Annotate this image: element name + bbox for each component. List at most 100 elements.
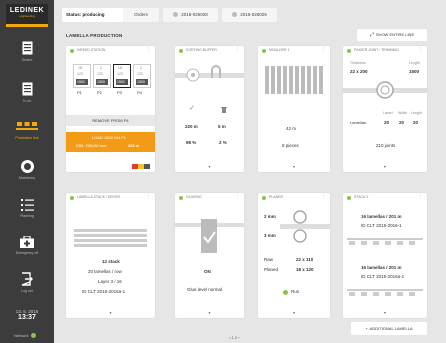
- menu-icon[interactable]: ⋮: [235, 47, 240, 53]
- buffer-diagram-icon: [175, 65, 244, 82]
- orders-icon: [22, 41, 32, 55]
- expand-caret-icon[interactable]: ▾: [258, 164, 330, 169]
- slot-bot: 1500: [117, 80, 125, 84]
- show-entire-line-button[interactable]: ⤢ SHOW ENTIRE LINE: [357, 29, 427, 41]
- length-count-value: 20: [413, 120, 419, 125]
- sidebar-item-label: Machinery: [18, 176, 36, 180]
- status-dot-icon: [262, 49, 266, 53]
- sidebar-item-logout[interactable]: Log out: [0, 272, 54, 293]
- card-header: FINGER JOINT / TRIMMING ⋮: [343, 46, 427, 56]
- planning-icon: [20, 199, 34, 211]
- expand-caret-icon[interactable]: ▾: [66, 310, 155, 315]
- sidebar-item-label: Log out: [21, 289, 33, 293]
- menu-icon[interactable]: ⋮: [146, 47, 151, 53]
- show-entire-label: SHOW ENTIRE LINE: [375, 32, 415, 37]
- finger-joint-card[interactable]: FINGER JOINT / TRIMMING ⋮ Thickness 22 x…: [343, 46, 427, 172]
- stack-card[interactable]: STACK 2 ⋮ 16 lamellas / 201 m ID CLT 201…: [343, 193, 427, 318]
- buffer-left-pct: 98 %: [186, 140, 197, 145]
- raw-label: Raw: [264, 257, 274, 262]
- slot-mid: 123: [137, 72, 143, 76]
- slot-p3[interactable]: 18 123 1500: [113, 64, 131, 88]
- sidebar-item-emergency[interactable]: Emergency off: [0, 236, 54, 255]
- order-dot-icon: [173, 12, 179, 18]
- stack-line-4: ID CLT 2015-2016a-1: [361, 274, 405, 279]
- sidebar-item-orders[interactable]: Orders: [0, 41, 54, 62]
- planer-card[interactable]: PLANER ⋮ 2 mm 3 mm Raw 22 x 110 Planed 1…: [258, 193, 330, 318]
- glueing-card[interactable]: GLUEING ⋮ ON Glue level normal ▾: [175, 193, 244, 318]
- width-caption: Width: [398, 111, 407, 115]
- slot-label-p3: P3: [117, 90, 122, 95]
- width-value: 20: [399, 120, 405, 125]
- lamella-stack-card[interactable]: LAMELLA STACK / DRYER ⋮ 12 stack 20 lame…: [66, 193, 155, 318]
- planer-diagram-icon: [280, 210, 330, 243]
- menu-icon[interactable]: ⋮: [418, 47, 423, 53]
- slot-mid: 123: [77, 72, 83, 76]
- order-dot-icon: [232, 12, 238, 18]
- glue-status: ON: [204, 269, 211, 274]
- slot-p2[interactable]: 2 123 1500: [93, 64, 111, 88]
- slot-bot: 1500: [137, 80, 145, 84]
- menu-icon[interactable]: ⋮: [321, 47, 326, 53]
- sidebar: LEDINEK engineering Orders To do Product…: [0, 0, 54, 343]
- card-header: MOULDER 1 ⋮: [258, 46, 330, 56]
- length-label: Length: [409, 61, 420, 65]
- status-dot-icon: [347, 49, 351, 53]
- pager[interactable]: ‹ 1 2 ›: [229, 335, 239, 340]
- infeed-station-card[interactable]: INFEED STATION ⋮ 18 123 1500 2 123 1500 …: [66, 46, 155, 172]
- slot-mid: 123: [117, 72, 123, 76]
- sidebar-item-todo[interactable]: To do: [0, 82, 54, 103]
- slot-label-p4: P4: [137, 90, 142, 95]
- menu-icon[interactable]: ⋮: [146, 194, 151, 200]
- menu-icon[interactable]: ⋮: [235, 194, 240, 200]
- planed-value: 18 x 120: [296, 267, 314, 272]
- menu-icon[interactable]: ⋮: [321, 194, 326, 200]
- lamellas-per-row: 20 lamellas / row: [88, 269, 122, 274]
- tab-order-label: 2015-026028: [181, 12, 208, 17]
- slot-top: 18: [78, 66, 82, 70]
- logo-sub: engineering: [19, 14, 35, 18]
- moulder-card[interactable]: MOULDER 1 ⋮ 42 m 8 pieces ▾: [258, 46, 330, 172]
- expand-caret-icon[interactable]: ▾: [175, 164, 244, 169]
- tab-status[interactable]: Status: producing: [62, 8, 124, 22]
- slot-p4[interactable]: 2 123 1500: [133, 64, 151, 88]
- planer-bottom-value: 3 mm: [264, 233, 276, 238]
- moulder-pieces: 8 pieces: [282, 143, 299, 148]
- clock: 13. 5. 2016 13:37: [5, 309, 49, 321]
- sorting-buffer-card[interactable]: SORTING BUFFER ⋮ ✓ 220 m 5 m 98 % 2 % ▾: [175, 46, 244, 172]
- expand-caret-icon[interactable]: ▾: [343, 164, 427, 169]
- moulder-diagram-icon: [265, 66, 323, 94]
- slot-top: 18: [118, 66, 122, 70]
- run-dot-icon: [283, 290, 288, 295]
- sidebar-item-label: To do: [22, 99, 32, 103]
- production-line-icon: [16, 122, 38, 130]
- tab-order-1[interactable]: 2015-026028: [163, 8, 218, 22]
- raw-value: 22 x 110: [296, 257, 314, 262]
- buffer-right-value: 5 m: [218, 124, 226, 129]
- status-dot-icon: [70, 196, 74, 200]
- thickness-value: 22 x 200: [350, 69, 368, 74]
- tab-order-2[interactable]: 2015-026029: [222, 8, 277, 22]
- tab-orders[interactable]: Orders: [123, 8, 159, 22]
- sidebar-item-machinery[interactable]: Machinery: [0, 160, 54, 180]
- menu-icon[interactable]: ⋮: [418, 194, 423, 200]
- card-title: GLUEING: [186, 195, 202, 199]
- expand-caret-icon[interactable]: ▾: [258, 310, 330, 315]
- expand-caret-icon[interactable]: ▾: [343, 310, 427, 315]
- thickness-label: Thickness: [350, 61, 366, 65]
- stack-line-2: ID CLT 2015-2016-1: [361, 223, 402, 228]
- load-panel[interactable]: LOAD 1500 ON P1 DIM: 200x30 mm 220 m: [66, 132, 155, 152]
- additional-lamella-button[interactable]: + ADDITIONAL LAMELLA: [351, 322, 427, 335]
- remove-button[interactable]: REMOVE FROM P4: [66, 115, 155, 126]
- sidebar-item-label: Emergency off: [15, 251, 39, 255]
- buffer-right-pct: 2 %: [219, 140, 227, 145]
- slot-p1[interactable]: 18 123 1500: [73, 64, 91, 88]
- expand-caret-icon[interactable]: ▾: [175, 310, 244, 315]
- length-caption: Lenght: [411, 111, 422, 115]
- sidebar-item-planning[interactable]: Planning: [0, 199, 54, 218]
- stack-line-3: 16 lamellas / 201 m: [361, 265, 402, 270]
- stack-diagram-icon: [74, 229, 147, 247]
- sidebar-item-production-line[interactable]: Production line: [0, 122, 54, 140]
- flag-icon: [132, 156, 150, 169]
- card-title: LAMELLA STACK / DRYER: [77, 195, 121, 199]
- card-title: SORTING BUFFER: [186, 48, 217, 52]
